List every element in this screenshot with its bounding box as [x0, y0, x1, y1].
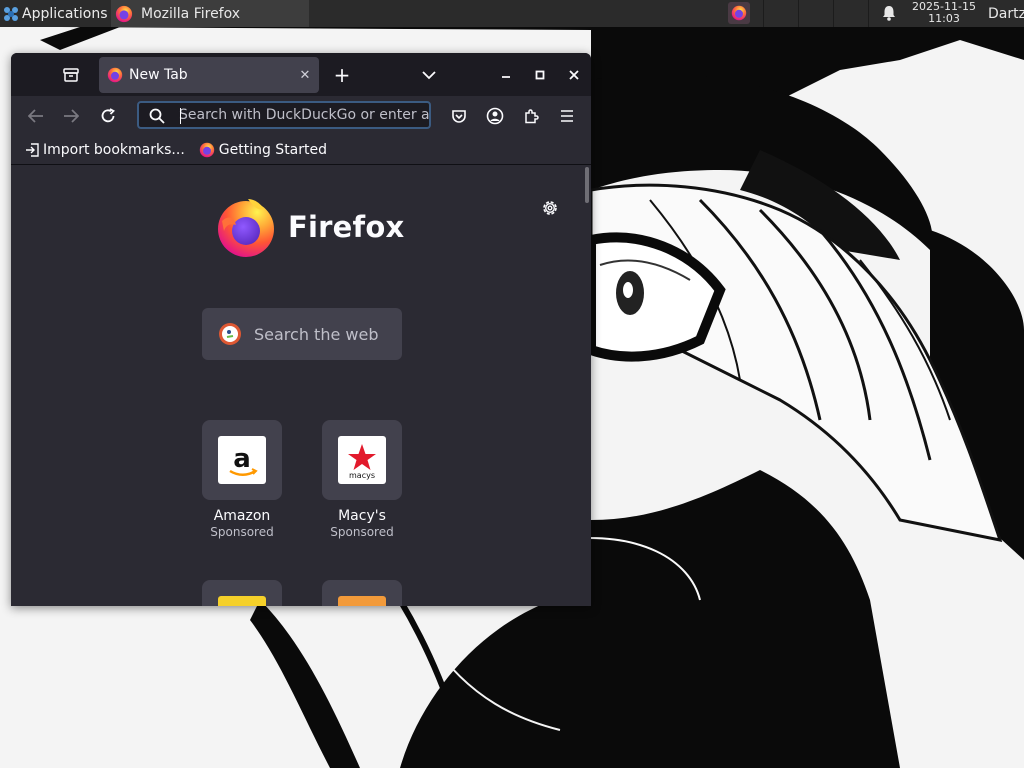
shortcut-partial-icon [218, 596, 266, 606]
pocket-button[interactable] [447, 104, 471, 128]
minimize-icon [502, 76, 510, 78]
tray-firefox-button[interactable] [728, 2, 750, 24]
shortcut-amazon[interactable]: a Amazon Sponsored [202, 420, 282, 539]
applications-menu-button[interactable]: Applications ⁝ [0, 0, 114, 27]
xfce-logo-icon [4, 6, 18, 21]
svg-text:a: a [233, 444, 251, 474]
shortcut-partial-icon [338, 596, 386, 606]
duckduckgo-icon [219, 323, 241, 345]
tab-close-icon[interactable]: ✕ [295, 68, 315, 83]
arrow-right-icon [64, 109, 79, 123]
navigation-toolbar [11, 96, 591, 136]
tab-title: New Tab [129, 67, 188, 83]
account-icon [486, 107, 504, 125]
sponsored-label: Sponsored [330, 525, 394, 539]
shortcut-tile-partial[interactable] [202, 580, 282, 606]
app-menu-button[interactable] [555, 104, 579, 128]
close-window-button[interactable] [565, 65, 583, 85]
account-button[interactable] [483, 104, 507, 128]
bookmark-import[interactable]: Import bookmarks... [25, 142, 185, 158]
user-menu-button[interactable]: Dartz [988, 0, 1024, 27]
new-tab-page: Firefox Search the web a Amazon Sponsore… [11, 165, 591, 606]
minimize-button[interactable] [497, 65, 515, 85]
import-icon [26, 143, 39, 157]
web-search-placeholder: Search the web [254, 324, 379, 344]
shortcut-name: Macy's [338, 508, 386, 524]
panel-separator [763, 0, 764, 27]
sponsored-label: Sponsored [210, 525, 274, 539]
text-caret [180, 108, 181, 124]
firefox-wordmark: Firefox [288, 210, 405, 244]
pocket-icon [452, 110, 466, 123]
firefox-view-icon [63, 68, 79, 82]
firefox-window: New Tab ✕ + Search with DuckDuckGo or en… [11, 53, 591, 606]
panel-separator [798, 0, 799, 27]
chevron-down-icon [422, 71, 436, 80]
shortcut-name: Amazon [213, 508, 271, 524]
firefox-view-button[interactable] [59, 65, 83, 85]
bookmark-label: Import bookmarks... [43, 142, 185, 158]
shortcut-macys[interactable]: macys Macy's Sponsored [322, 420, 402, 539]
shortcut-tile-partial[interactable] [322, 580, 402, 606]
taskbar-window-title: Mozilla Firefox [141, 5, 241, 22]
applications-label: Applications [22, 5, 108, 22]
bookmark-label: Getting Started [218, 142, 328, 158]
url-bar[interactable] [137, 101, 431, 129]
url-input[interactable] [179, 105, 429, 125]
plus-icon: + [333, 63, 351, 87]
gear-icon[interactable] [539, 197, 561, 219]
forward-button[interactable] [59, 104, 83, 128]
reload-icon [101, 108, 115, 123]
maximize-icon [535, 70, 545, 80]
firefox-bookmark-icon [199, 142, 214, 158]
firefox-tray-icon [731, 5, 747, 21]
web-search-box[interactable]: Search the web [202, 308, 402, 360]
tab-bar: New Tab ✕ + [11, 53, 591, 96]
panel-separator [833, 0, 834, 27]
reload-button[interactable] [96, 104, 120, 128]
firefox-icon [115, 5, 133, 22]
panel-separator [868, 0, 869, 27]
firefox-tab-icon [107, 67, 123, 83]
svg-text:macys: macys [349, 471, 375, 480]
shortcut-tile[interactable]: macys [322, 420, 402, 500]
panel-clock[interactable]: 2025-11-15 11:03 [904, 1, 984, 25]
hamburger-menu-icon [561, 110, 573, 122]
scrollbar-thumb[interactable] [585, 167, 589, 203]
new-tab-button[interactable]: + [331, 63, 353, 87]
firefox-logo: Firefox [214, 195, 404, 259]
firefox-logo-icon [218, 199, 274, 257]
macys-logo-icon: macys [338, 436, 386, 484]
notification-bell-icon[interactable] [880, 4, 898, 22]
arrow-left-icon [28, 109, 43, 123]
close-icon [569, 70, 579, 80]
tab-new-tab[interactable]: New Tab ✕ [99, 57, 319, 93]
top-panel: Applications ⁝ Mozilla Firefox 2025-11-1… [0, 0, 1024, 27]
puzzle-piece-icon [525, 109, 539, 124]
taskbar-firefox-button[interactable]: Mozilla Firefox [111, 0, 309, 27]
search-icon [149, 108, 165, 124]
bookmarks-toolbar: Import bookmarks... Getting Started [11, 136, 591, 165]
back-button[interactable] [24, 104, 48, 128]
bookmark-getting-started[interactable]: Getting Started [199, 142, 327, 158]
amazon-logo-icon: a [218, 436, 266, 484]
maximize-button[interactable] [531, 65, 549, 85]
list-all-tabs-button[interactable] [419, 65, 439, 85]
shortcut-tile[interactable]: a [202, 420, 282, 500]
clock-time: 11:03 [928, 12, 960, 25]
extensions-button[interactable] [519, 104, 543, 128]
